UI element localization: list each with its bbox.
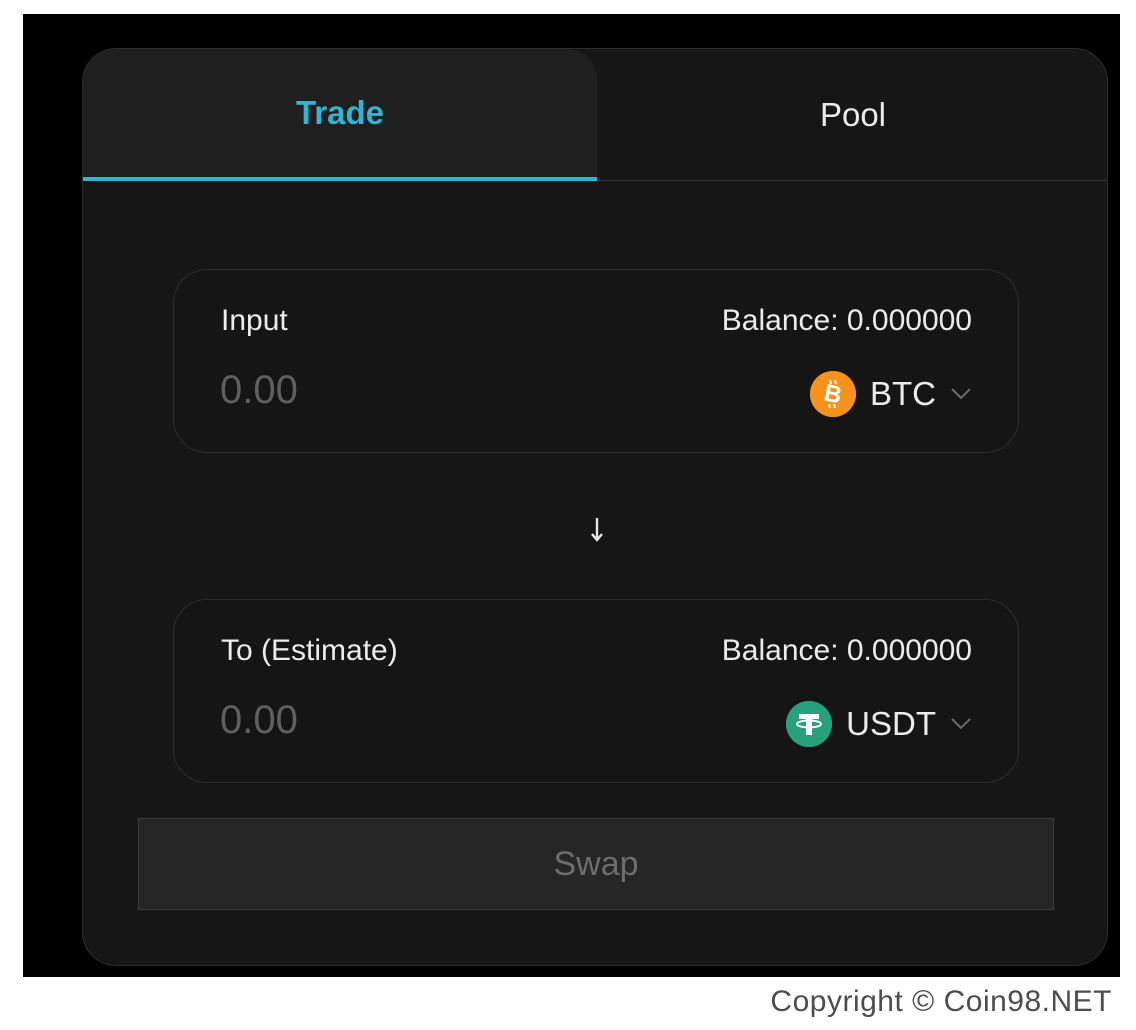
arrow-down-icon[interactable] xyxy=(578,511,616,549)
output-balance: Balance: 0.000000 xyxy=(721,634,972,667)
chevron-down-icon xyxy=(951,718,971,730)
output-panel: To (Estimate) Balance: 0.000000 USDT xyxy=(173,599,1019,783)
input-token-symbol: BTC xyxy=(870,375,936,412)
bitcoin-icon: B xyxy=(810,371,856,417)
tab-pool[interactable]: Pool xyxy=(597,49,1107,181)
input-label: Input xyxy=(221,304,288,337)
input-panel: Input Balance: 0.000000 B BTC xyxy=(173,269,1019,453)
copyright-watermark: Copyright © Coin98.NET xyxy=(770,985,1112,1018)
input-token-selector[interactable]: B BTC xyxy=(810,370,972,418)
swap-button[interactable]: Swap xyxy=(138,818,1054,910)
chevron-down-icon xyxy=(951,388,971,400)
tab-bar: Trade Pool xyxy=(83,49,1107,181)
output-token-symbol: USDT xyxy=(846,705,936,742)
tether-icon xyxy=(786,701,833,747)
swap-card: Trade Pool Input Balance: 0.000000 B xyxy=(82,48,1108,966)
output-amount-field[interactable] xyxy=(220,698,520,743)
input-amount-field[interactable] xyxy=(220,368,520,413)
input-balance: Balance: 0.000000 xyxy=(721,304,972,337)
screenshot-frame: Trade Pool Input Balance: 0.000000 B xyxy=(23,14,1120,977)
output-token-selector[interactable]: USDT xyxy=(786,700,972,748)
tab-trade[interactable]: Trade xyxy=(83,49,597,181)
output-label: To (Estimate) xyxy=(221,634,398,667)
